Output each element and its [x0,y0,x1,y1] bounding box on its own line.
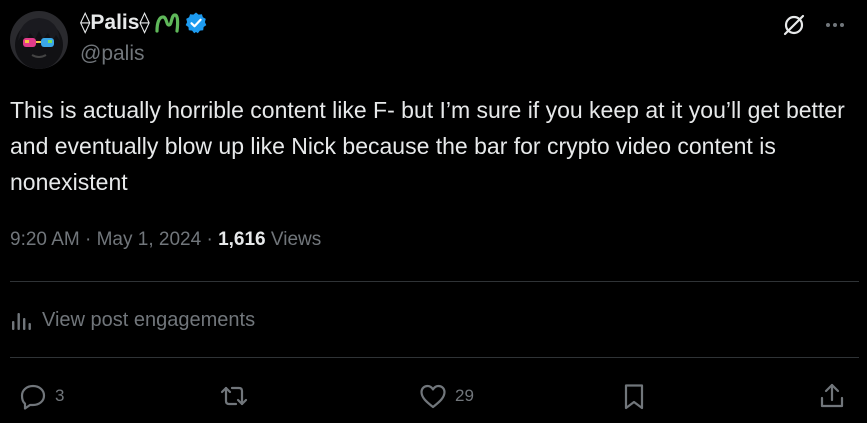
post-date[interactable]: May 1, 2024 [97,229,202,250]
grok-icon[interactable] [781,12,807,38]
view-engagements-link[interactable]: View post engagements [10,306,255,334]
reply-count: 3 [55,386,65,405]
reply-icon [18,381,48,411]
views-label: Views [270,229,322,250]
post-meta: 9:20 AM · May 1, 2024 · 1,616 Views [10,226,321,254]
emoji-icon [154,11,180,35]
bookmark-button[interactable] [619,380,649,412]
bookmark-icon [619,381,649,411]
author-handle[interactable]: @palis [80,41,145,67]
views-count: 1,616 [218,229,266,250]
avatar-image [10,11,68,69]
like-count: 29 [455,386,474,405]
post-time[interactable]: 9:20 AM [10,229,80,250]
share-button[interactable] [817,380,847,412]
divider [10,357,859,358]
post-text: This is actually horrible content like F… [10,97,845,195]
repost-button[interactable] [218,380,250,412]
avatar[interactable] [10,11,68,69]
more-icon[interactable] [823,13,847,37]
like-button[interactable]: 29 [418,380,474,412]
meta-separator: · [206,229,213,250]
author-name[interactable]: ⟠Palis⟠ [80,9,208,37]
display-name: ⟠Palis⟠ [80,11,150,34]
divider [10,281,859,282]
verified-badge-icon[interactable] [184,11,208,35]
share-icon [817,381,847,411]
like-icon [418,381,448,411]
top-actions [781,12,847,38]
engagements-label: View post engagements [42,309,256,331]
meta-separator: · [85,229,92,250]
reply-button[interactable]: 3 [18,380,64,412]
analytics-icon [10,309,32,331]
repost-icon [218,381,250,411]
